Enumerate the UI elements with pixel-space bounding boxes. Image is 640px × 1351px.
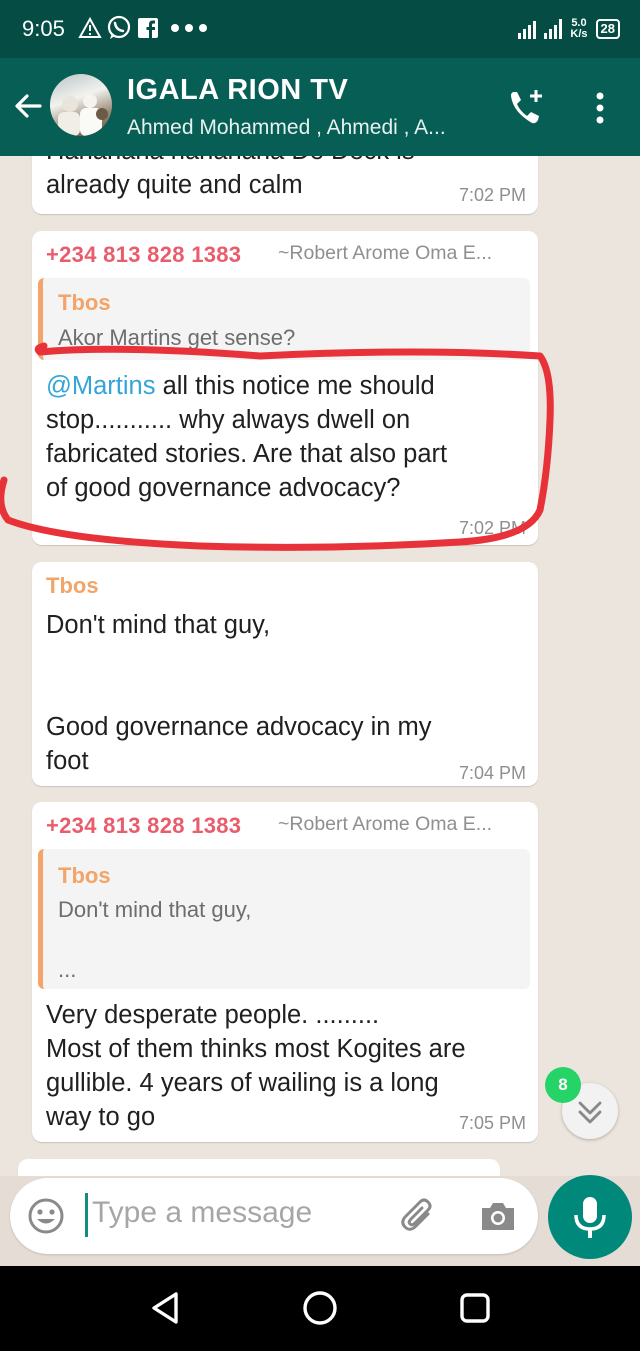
nav-recents-icon[interactable]	[455, 1288, 495, 1328]
quoted-text-ellipsis: ...	[58, 957, 77, 982]
attachment-icon[interactable]	[398, 1196, 438, 1236]
camera-icon[interactable]	[478, 1198, 518, 1234]
status-bar: 9:05 5.0 K/s 28	[0, 0, 640, 58]
message-text: gullible. 4 years of wailing is a long	[46, 1069, 439, 1097]
quoted-text: Akor Martins get sense?	[58, 325, 296, 350]
message-text: foot	[46, 747, 89, 775]
message-text: stop........... why always dwell on	[46, 406, 411, 434]
quoted-message[interactable]: Tbos Don't mind that guy, ...	[38, 849, 530, 989]
message-text: all this notice me should	[155, 372, 435, 400]
message-input-bar[interactable]: Type a message	[10, 1178, 538, 1254]
quoted-sender: Tbos	[58, 863, 111, 888]
message-text: already quite and calm	[46, 171, 303, 199]
facebook-icon	[137, 14, 159, 42]
quoted-text: Don't mind that guy,	[58, 897, 252, 922]
message-sender[interactable]: +234 813 828 1383	[46, 242, 241, 268]
battery-level: 28	[600, 21, 615, 36]
message-text: Good governance advocacy in my	[46, 713, 432, 741]
message-bubble-partial[interactable]	[18, 1159, 500, 1176]
signal-icon	[518, 19, 537, 39]
message-text: way to go	[46, 1103, 156, 1131]
mention-link[interactable]: @Martins	[46, 372, 155, 400]
message-text: Very desperate people. .........	[46, 1001, 380, 1029]
quoted-sender: Tbos	[58, 290, 111, 315]
message-bubble[interactable]: +234 813 828 1383 ~Robert Arome Oma E...…	[32, 802, 538, 1142]
quoted-message[interactable]: Tbos Akor Martins get sense?	[38, 278, 530, 360]
emoji-icon[interactable]	[26, 1196, 66, 1236]
group-avatar[interactable]	[50, 74, 112, 136]
message-sender[interactable]: +234 813 828 1383	[46, 813, 241, 839]
message-time: 7:05 PM	[458, 1113, 526, 1133]
message-sender[interactable]: Tbos	[46, 573, 99, 599]
message-bubble[interactable]: Tbos Don't mind that guy, Good governanc…	[32, 562, 538, 786]
battery-icon: 28	[595, 19, 620, 39]
message-text-partial: Hahahaha hahahaha De Deck is	[46, 156, 415, 168]
microphone-icon	[574, 1197, 606, 1238]
chat-title[interactable]: IGALA RION TV	[127, 74, 348, 107]
system-nav-bar	[0, 1266, 640, 1351]
more-dots-icon	[170, 14, 208, 42]
back-arrow-icon[interactable]	[12, 90, 44, 122]
message-text: of good governance advocacy?	[46, 474, 401, 502]
voice-record-button[interactable]	[548, 1175, 632, 1259]
chat-area[interactable]: Hahahaha hahahaha De Deck is already qui…	[0, 156, 640, 1176]
message-text: Don't mind that guy,	[46, 611, 271, 639]
status-time: 9:05	[22, 16, 65, 41]
message-bubble[interactable]: Hahahaha hahahaha De Deck is already qui…	[32, 156, 538, 214]
text-cursor	[85, 1193, 88, 1237]
message-input[interactable]: Type a message	[92, 1196, 312, 1230]
nav-home-icon[interactable]	[300, 1288, 340, 1328]
more-vert-icon[interactable]	[588, 88, 612, 128]
message-time: 7:02 PM	[458, 518, 526, 538]
sender-alias: ~Robert Arome Oma E...	[278, 242, 493, 264]
signal-icon-2	[544, 19, 563, 39]
status-right: 5.0 K/s 28	[518, 14, 620, 44]
message-bubble[interactable]: +234 813 828 1383 ~Robert Arome Oma E...…	[32, 231, 538, 545]
alert-triangle-icon	[78, 14, 102, 42]
message-time: 7:02 PM	[458, 185, 526, 205]
message-text: fabricated stories. Are that also part	[46, 440, 448, 468]
sender-alias: ~Robert Arome Oma E...	[278, 813, 493, 835]
whatsapp-icon	[106, 14, 132, 42]
network-speed-unit: K/s	[570, 28, 588, 40]
message-time: 7:04 PM	[458, 763, 526, 783]
unread-count-badge[interactable]: 8	[545, 1067, 581, 1103]
network-speed: 5.0 K/s	[570, 18, 587, 40]
message-text: Most of them thinks most Kogites are	[46, 1035, 466, 1063]
chat-participants[interactable]: Ahmed Mohammed , Ahmedi , A...	[127, 116, 446, 140]
chat-header: IGALA RION TV Ahmed Mohammed , Ahmedi , …	[0, 58, 640, 156]
nav-back-icon[interactable]	[146, 1288, 186, 1328]
add-call-icon[interactable]	[506, 86, 548, 128]
